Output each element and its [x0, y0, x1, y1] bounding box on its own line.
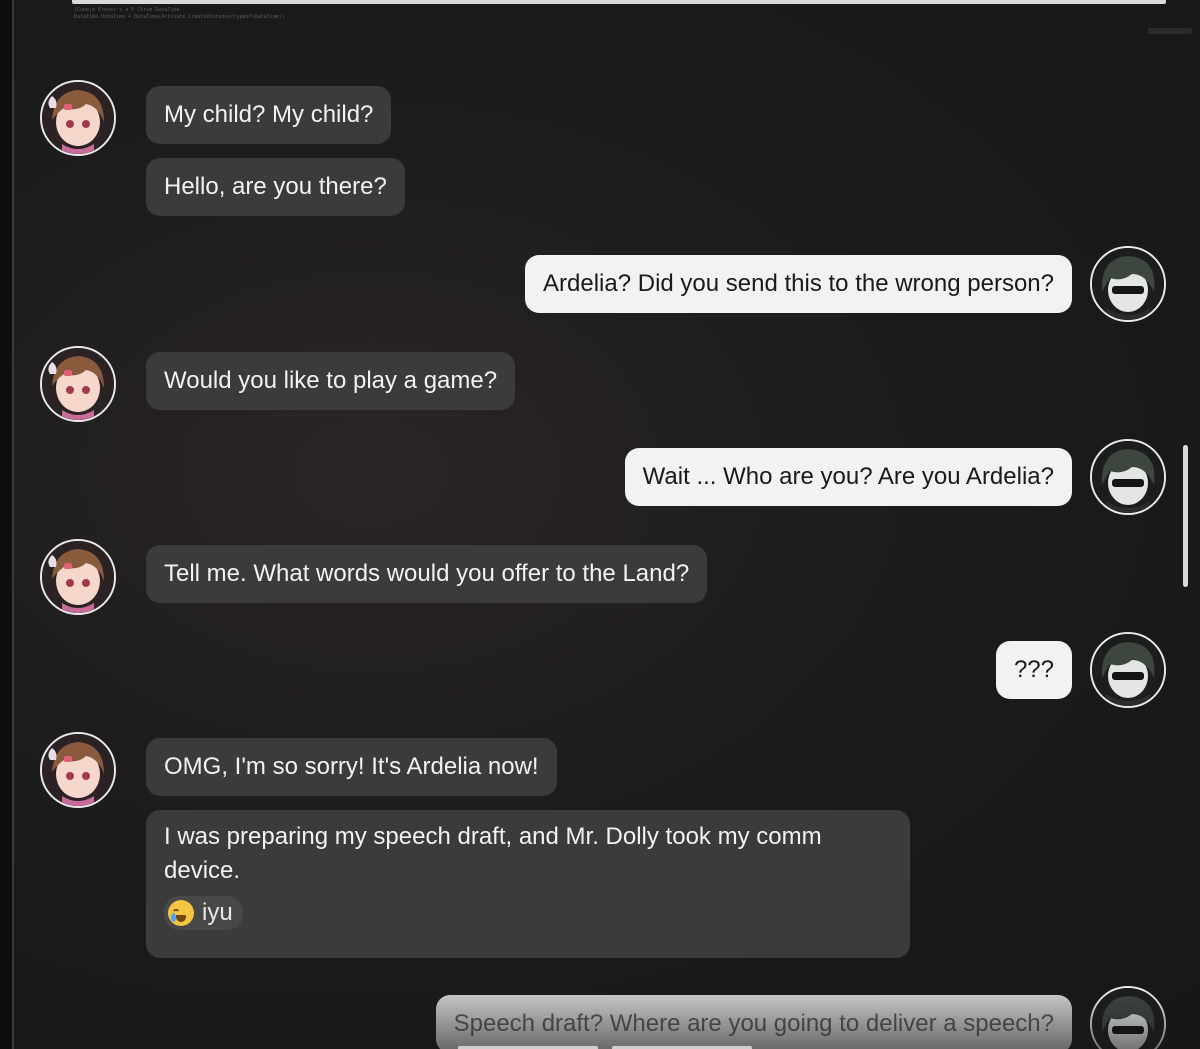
- message-text: ???: [1013, 656, 1054, 683]
- endministrator-avatar-icon: [1092, 441, 1164, 513]
- chat-scrollbar[interactable]: [1183, 445, 1188, 587]
- chat-window: [Cube(e Kronkx's a P Ctrim DataTime Data…: [12, 0, 1200, 1049]
- ardelia-avatar-icon: [42, 348, 114, 420]
- ardelia-message-bubble[interactable]: I was preparing my speech draft, and Mr.…: [146, 810, 910, 958]
- endministrator-avatar-icon: [1092, 634, 1164, 706]
- message-text: I was preparing my speech draft, and Mr.…: [164, 823, 822, 884]
- ardelia-message-bubble[interactable]: Would you like to play a game?: [146, 352, 516, 410]
- ardelia-avatar[interactable]: [40, 346, 116, 422]
- player-message-bubble[interactable]: Speech draft? Where are you going to del…: [435, 995, 1072, 1049]
- player-avatar[interactable]: [1090, 632, 1166, 708]
- ardelia-avatar[interactable]: [40, 539, 116, 615]
- reaction-chip[interactable]: iyu: [164, 896, 243, 930]
- message-text: OMG, I'm so sorry! It's Ardelia now!: [164, 753, 539, 780]
- debug-overlay-right: [1148, 28, 1192, 34]
- message-text: Ardelia? Did you send this to the wrong …: [543, 270, 1054, 297]
- ardelia-avatar-icon: [42, 82, 114, 154]
- top-divider: [72, 0, 1166, 4]
- ardelia-avatar[interactable]: [40, 732, 116, 808]
- player-avatar[interactable]: [1090, 246, 1166, 322]
- debug-line-1: [Cube(e Kronkx's a P Ctrim DataTime: [74, 7, 180, 13]
- endministrator-avatar-icon: [1092, 248, 1164, 320]
- message-text: Tell me. What words would you offer to t…: [164, 560, 690, 587]
- debug-overlay-text: [Cube(e Kronkx's a P Ctrim DataTime Data…: [74, 7, 285, 21]
- player-avatar[interactable]: [1090, 439, 1166, 515]
- message-text: Would you like to play a game?: [164, 367, 498, 394]
- player-message-bubble[interactable]: ???: [995, 641, 1072, 699]
- debug-line-2: DataTime.DataTime + DataTime(Activate.Cr…: [74, 14, 285, 20]
- ardelia-message-bubble[interactable]: OMG, I'm so sorry! It's Ardelia now!: [146, 738, 557, 796]
- ardelia-avatar-icon: [42, 734, 114, 806]
- ardelia-avatar-icon: [42, 541, 114, 613]
- message-text: My child? My child?: [164, 101, 374, 128]
- player-message-bubble[interactable]: Wait ... Who are you? Are you Ardelia?: [624, 448, 1072, 506]
- message-text: Speech draft? Where are you going to del…: [453, 1010, 1054, 1037]
- message-text: Wait ... Who are you? Are you Ardelia?: [642, 463, 1054, 490]
- ardelia-avatar[interactable]: [40, 80, 116, 156]
- ardelia-message-bubble[interactable]: My child? My child?: [146, 86, 392, 144]
- reaction-label: iyu: [202, 899, 233, 926]
- endministrator-avatar-icon: [1092, 988, 1164, 1049]
- ardelia-message-bubble[interactable]: Hello, are you there?: [146, 158, 405, 216]
- ardelia-message-bubble[interactable]: Tell me. What words would you offer to t…: [146, 545, 708, 603]
- player-avatar[interactable]: [1090, 986, 1166, 1049]
- crying-face-icon: [168, 900, 194, 926]
- player-message-bubble[interactable]: Ardelia? Did you send this to the wrong …: [525, 255, 1072, 313]
- message-text: Hello, are you there?: [164, 173, 387, 200]
